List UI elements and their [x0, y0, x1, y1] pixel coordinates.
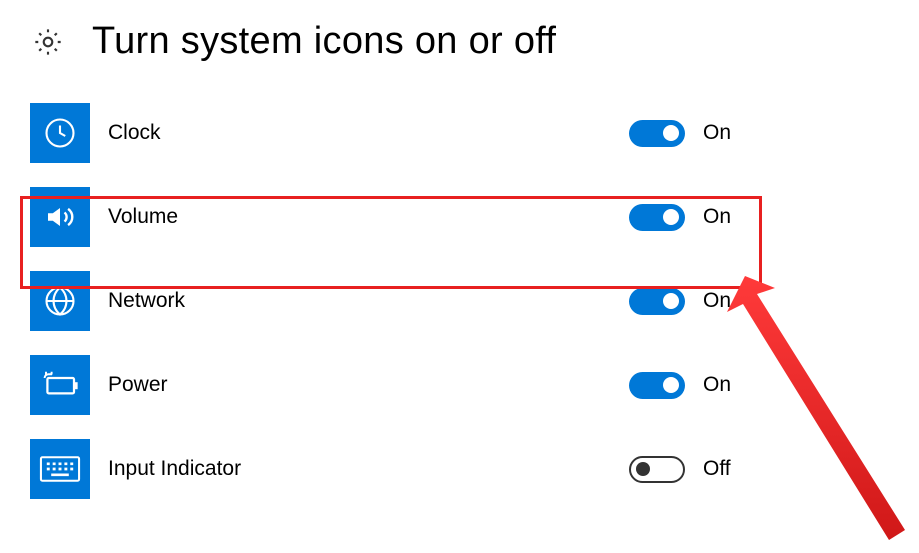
item-label: Network — [108, 289, 185, 313]
list-item-network: Network On — [30, 259, 919, 343]
toggle-network[interactable] — [629, 288, 685, 315]
keyboard-icon — [30, 439, 90, 499]
list-item-volume: Volume On — [30, 175, 919, 259]
toggle-power[interactable] — [629, 372, 685, 399]
item-label: Input Indicator — [108, 457, 241, 481]
toggle-state-label: Off — [703, 457, 731, 481]
toggle-state-label: On — [703, 205, 731, 229]
toggle-state-label: On — [703, 289, 731, 313]
list-item-power: Power On — [30, 343, 919, 427]
volume-icon — [30, 187, 90, 247]
gear-icon — [30, 24, 66, 60]
list-item-input-indicator: Input Indicator Off — [30, 427, 919, 511]
item-label: Power — [108, 373, 168, 397]
toggle-clock[interactable] — [629, 120, 685, 147]
system-icons-list: Clock On Volume On Netw — [0, 91, 919, 511]
power-icon — [30, 355, 90, 415]
page-header: Turn system icons on or off — [0, 0, 919, 91]
toggle-volume[interactable] — [629, 204, 685, 231]
toggle-state-label: On — [703, 121, 731, 145]
toggle-input-indicator[interactable] — [629, 456, 685, 483]
item-label: Clock — [108, 121, 161, 145]
clock-icon — [30, 103, 90, 163]
list-item-clock: Clock On — [30, 91, 919, 175]
network-icon — [30, 271, 90, 331]
toggle-state-label: On — [703, 373, 731, 397]
item-label: Volume — [108, 205, 178, 229]
page-title: Turn system icons on or off — [92, 20, 556, 63]
